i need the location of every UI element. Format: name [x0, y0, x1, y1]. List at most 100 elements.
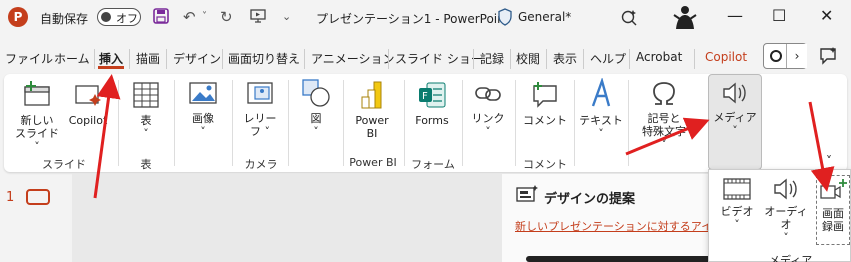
minimize-icon[interactable]: —: [727, 6, 743, 25]
video-drop: ˅: [734, 218, 740, 231]
cameo-label-1: レリー: [243, 112, 277, 125]
document-title: プレゼンテーション1 - PowerPoint: [316, 12, 510, 26]
svg-text:F: F: [422, 91, 428, 102]
designer-icon: [516, 184, 540, 208]
slide-number: 1: [6, 190, 15, 205]
tab-insert[interactable]: 挿入: [99, 50, 123, 67]
copilot-button[interactable]: Copilot: [64, 80, 112, 127]
present-mode-switch[interactable]: ›: [763, 43, 807, 69]
media-label: メディア: [713, 111, 757, 124]
customize-qat-icon[interactable]: ⌄: [282, 8, 291, 26]
tab-animations[interactable]: アニメーション: [311, 50, 395, 67]
tab-slideshow[interactable]: スライド ショー: [395, 50, 483, 67]
image-button[interactable]: 画像 ˅: [182, 80, 224, 138]
tab-transitions[interactable]: 画面切り替え: [228, 50, 300, 67]
new-slide-label-1: 新しい: [20, 114, 54, 127]
tab-file[interactable]: ファイル: [5, 50, 53, 67]
shapes-button[interactable]: 図 ˅: [296, 78, 336, 138]
tab-divider: [629, 49, 630, 69]
media-group-label: メディア: [769, 254, 813, 262]
new-slide-icon: [24, 81, 50, 106]
media-dropdown-menu: ビデオ ˅ オーディオ ˅ 画面 録画 メディア: [708, 169, 851, 262]
present-icon[interactable]: [250, 8, 266, 28]
comment-button[interactable]: コメント: [521, 80, 569, 127]
tab-acrobat[interactable]: Acrobat: [636, 50, 682, 64]
video-label: ビデオ: [720, 205, 754, 218]
group-divider: [343, 80, 344, 166]
shapes-label: 図: [310, 112, 322, 125]
tab-design[interactable]: デザイン: [173, 50, 221, 67]
tab-copilot[interactable]: Copilot: [705, 50, 747, 64]
cameo-label-2: フ ˅: [250, 125, 270, 138]
tab-divider: [94, 49, 95, 69]
tab-record[interactable]: 記録: [480, 50, 504, 67]
media-button[interactable]: メディア ˅: [708, 74, 762, 170]
maximize-icon[interactable]: ☐: [772, 6, 786, 25]
close-icon[interactable]: ✕: [820, 6, 833, 25]
redo-icon[interactable]: ↻: [220, 8, 233, 26]
powerbi-button[interactable]: Power BI: [350, 80, 394, 140]
image-label: 画像: [192, 112, 214, 125]
copilot-slide-icon: [75, 85, 101, 106]
group-divider: [515, 80, 516, 166]
image-drop: ˅: [200, 125, 206, 138]
record-dot-icon: [770, 50, 782, 62]
audio-button[interactable]: オーディオ ˅: [759, 176, 813, 244]
user-avatar-icon[interactable]: [672, 3, 698, 31]
tab-review[interactable]: 校閲: [516, 50, 540, 67]
symbols-label-1: 記号と: [647, 112, 681, 125]
group-divider: [118, 80, 119, 166]
symbols-drop: ˅: [661, 138, 667, 151]
active-tab-indicator: [98, 66, 124, 69]
media-drop: ˅: [732, 124, 738, 137]
tab-draw[interactable]: 描画: [136, 50, 160, 67]
speaker-icon: [723, 82, 746, 104]
comment-label: コメント: [523, 114, 567, 127]
symbols-button[interactable]: 記号と 特殊文字 ˅: [634, 80, 694, 151]
link-button[interactable]: リンク ˅: [468, 80, 508, 138]
group-divider: [404, 80, 405, 166]
tab-view[interactable]: 表示: [553, 50, 577, 67]
omega-icon: [653, 82, 675, 105]
slide-thumbnail[interactable]: [26, 189, 50, 205]
undo-icon[interactable]: ↶: [183, 8, 196, 26]
cameo-icon: [247, 82, 273, 104]
tab-home[interactable]: ホーム: [54, 50, 90, 67]
undo-dropdown-icon[interactable]: ˅: [202, 8, 207, 26]
forms-label: Forms: [415, 114, 449, 127]
table-button[interactable]: 表 ˅: [126, 80, 166, 140]
screen-recording-button[interactable]: 画面 録画: [816, 175, 850, 245]
comment-icon: [533, 82, 557, 108]
collapse-ribbon-icon[interactable]: ˅: [826, 154, 832, 168]
image-icon: [189, 82, 217, 104]
video-button[interactable]: ビデオ ˅: [715, 176, 759, 231]
forms-icon: F: [419, 82, 446, 108]
group-divider: [574, 80, 575, 166]
tab-divider: [546, 49, 547, 69]
share-comment-icon[interactable]: [818, 46, 840, 66]
powerbi-label-2: BI: [366, 127, 378, 140]
tab-divider: [473, 49, 474, 69]
tab-divider: [129, 49, 130, 69]
designer-title: デザインの提案: [544, 192, 636, 207]
save-icon[interactable]: [153, 8, 169, 28]
shapes-drop: ˅: [313, 125, 319, 138]
group-divider: [174, 80, 175, 166]
sensitivity-label[interactable]: General*: [518, 10, 571, 24]
ribbon-tabs: ファイル ホーム 挿入 描画 デザイン 画面切り替え アニメーション スライド …: [0, 42, 851, 72]
autosave-toggle[interactable]: オフ: [97, 8, 141, 26]
group-slides-label: スライド: [42, 158, 86, 171]
chevron-right-icon[interactable]: ›: [786, 44, 807, 68]
new-slide-button[interactable]: 新しい スライド ˅: [12, 80, 62, 153]
forms-button[interactable]: F Forms: [410, 80, 454, 127]
powerpoint-window: P 自動保存 オフ ↶ ˅ ↻ ⌄ プレゼンテーション1 - PowerPoin…: [0, 0, 851, 262]
shapes-icon: [302, 79, 330, 107]
cameo-button[interactable]: レリー フ ˅: [239, 80, 281, 138]
slide-canvas[interactable]: [72, 174, 502, 262]
text-button[interactable]: テキスト ˅: [579, 78, 623, 140]
screen-rec-label-1: 画面: [822, 207, 844, 220]
tab-help[interactable]: ヘルプ: [590, 50, 626, 67]
group-camera-label: カメラ: [244, 158, 278, 171]
shield-icon: [497, 8, 513, 26]
copilot-sparkle-icon[interactable]: [620, 8, 638, 30]
